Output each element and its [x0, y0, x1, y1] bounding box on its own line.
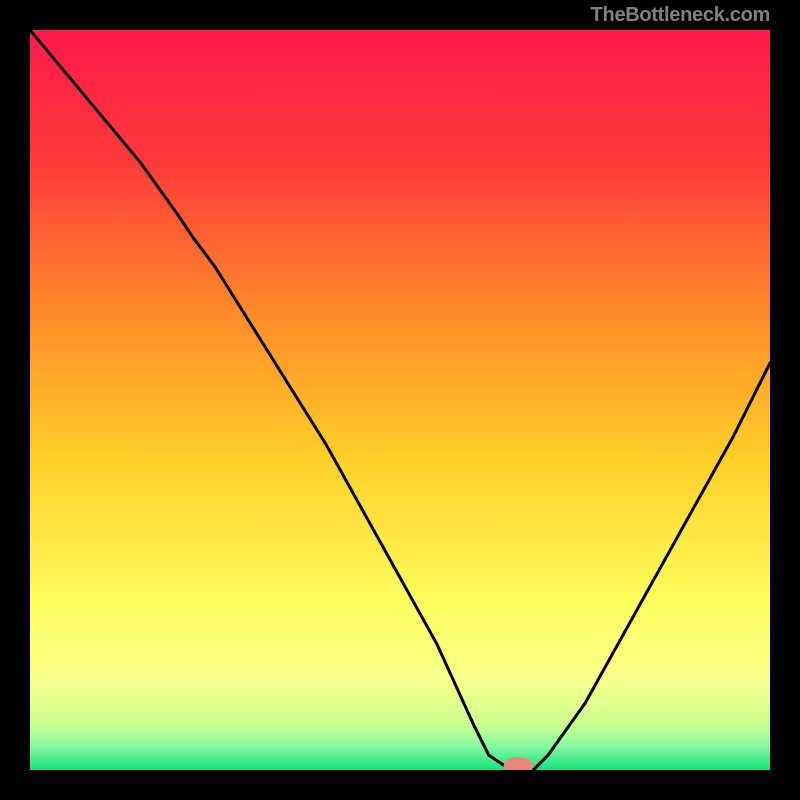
gradient-background [30, 30, 770, 770]
chart-svg [30, 30, 770, 770]
plot-area [30, 30, 770, 770]
watermark-text: TheBottleneck.com [591, 4, 770, 27]
bottleneck-chart: TheBottleneck.com [0, 0, 800, 800]
